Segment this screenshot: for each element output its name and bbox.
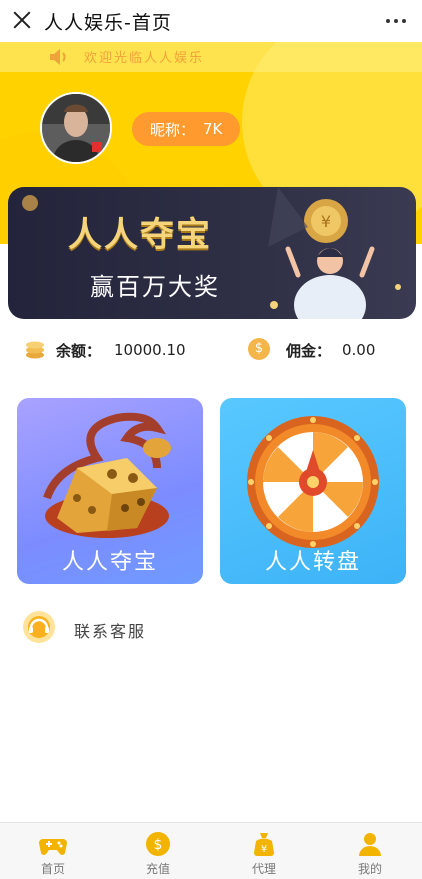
svg-text:¥: ¥	[321, 212, 331, 231]
card-wheel[interactable]: 人人转盘	[220, 398, 406, 584]
close-icon[interactable]	[12, 10, 32, 30]
commission-value: 0.00	[342, 341, 376, 359]
money-bag-icon: ¥	[254, 833, 274, 856]
headset-icon	[23, 611, 55, 643]
coins-stack-icon	[26, 341, 44, 359]
tab-home[interactable]: 首页	[3, 827, 103, 877]
tab-agent[interactable]: ¥ 代理	[214, 827, 314, 877]
card-treasure-label: 人人夺宝	[61, 550, 158, 575]
nickname-badge: 昵称： 7K	[132, 112, 241, 146]
commission-label: 佣金：	[286, 342, 332, 360]
nickname-value: 7K	[203, 120, 223, 138]
page-title: 人人娱乐-首页	[44, 12, 172, 34]
promo-banner[interactable]: ¥ 人人夺宝 赢百万大奖	[8, 187, 416, 319]
app-bar: 人人娱乐-首页	[0, 0, 422, 42]
announcement-text: 欢迎光临人人娱乐	[84, 51, 205, 66]
nickname-label: 昵称：	[150, 120, 196, 139]
tab-agent-label: 代理	[251, 862, 276, 876]
gamepad-icon	[39, 839, 67, 855]
banner-subtitle: 赢百万大奖	[90, 273, 220, 301]
svg-text:¥: ¥	[261, 844, 267, 855]
balance-label: 余额：	[56, 342, 102, 360]
coin-icon: $	[248, 338, 270, 360]
balance-value: 10000.10	[114, 341, 186, 359]
balance-row: 余额： 10000.10 $ 佣金： 0.00	[0, 334, 422, 368]
tab-home-label: 首页	[40, 862, 65, 876]
announcement-bar: 欢迎光临人人娱乐	[0, 42, 422, 72]
bottom-tab-bar: 首页 $ 充值 ¥ 代理 我的	[0, 822, 422, 879]
tab-mine[interactable]: 我的	[320, 827, 420, 877]
contact-service-label: 联系客服	[74, 622, 147, 641]
banner-title: 人人夺宝	[68, 215, 212, 255]
svg-text:$: $	[154, 837, 163, 853]
card-wheel-label: 人人转盘	[264, 550, 361, 575]
card-treasure[interactable]: 人人夺宝	[17, 398, 203, 584]
user-icon	[359, 833, 381, 856]
tab-recharge[interactable]: $ 充值	[108, 827, 208, 877]
more-options-icon[interactable]	[386, 19, 406, 23]
avatar[interactable]	[40, 92, 112, 164]
tab-recharge-label: 充值	[145, 862, 170, 876]
speaker-icon	[50, 49, 66, 65]
dollar-coin-icon: $	[146, 832, 170, 856]
tab-mine-label: 我的	[357, 862, 382, 876]
